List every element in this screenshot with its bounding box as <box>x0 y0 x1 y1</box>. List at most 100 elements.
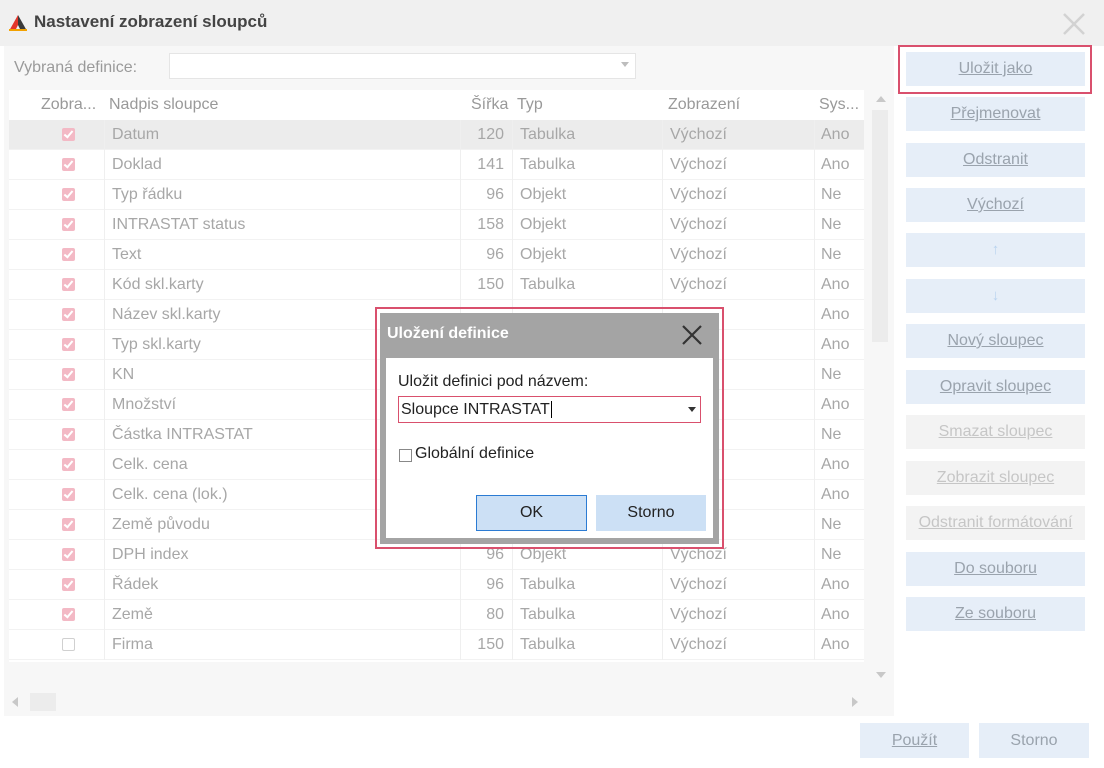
definition-name-input[interactable]: Sloupce INTRASTAT <box>398 396 701 423</box>
visible-checkbox[interactable] <box>62 428 75 441</box>
cell-type: Tabulka <box>513 120 663 150</box>
cell-visible[interactable] <box>9 450 105 480</box>
delete-column-button[interactable]: Smazat sloupec <box>906 415 1085 449</box>
table-row[interactable]: Text 96 Objekt Výchozí Ne <box>9 240 864 270</box>
default-button[interactable]: Výchozí <box>906 188 1085 222</box>
scroll-left-icon[interactable] <box>12 697 18 707</box>
table-row[interactable]: Řádek 96 Tabulka Výchozí Ano <box>9 570 864 600</box>
cell-width: 96 <box>461 570 513 600</box>
show-column-button[interactable]: Zobrazit sloupec <box>906 461 1085 495</box>
visible-checkbox[interactable] <box>62 278 75 291</box>
visible-checkbox[interactable] <box>62 488 75 501</box>
cell-visible[interactable] <box>9 150 105 180</box>
visible-checkbox[interactable] <box>62 638 75 651</box>
scroll-thumb[interactable] <box>872 110 888 342</box>
visible-checkbox[interactable] <box>62 548 75 561</box>
chevron-down-icon[interactable] <box>621 62 629 67</box>
visible-checkbox[interactable] <box>62 158 75 171</box>
edit-column-button[interactable]: Opravit sloupec <box>906 370 1085 404</box>
scroll-right-icon[interactable] <box>852 697 858 707</box>
ok-button[interactable]: OK <box>476 495 587 531</box>
cell-visible[interactable] <box>9 360 105 390</box>
clear-formatting-button[interactable]: Odstranit formátování <box>906 506 1085 540</box>
col-header-type[interactable]: Typ <box>517 90 617 120</box>
visible-checkbox[interactable] <box>62 128 75 141</box>
table-row[interactable]: Firma 150 Tabulka Výchozí Ano <box>9 630 864 660</box>
cell-visible[interactable] <box>9 300 105 330</box>
cell-visible[interactable] <box>9 540 105 570</box>
close-icon[interactable] <box>680 323 704 347</box>
scroll-thumb-horizontal[interactable] <box>30 693 56 711</box>
col-header-display[interactable]: Zobrazení <box>668 90 788 120</box>
scroll-up-icon[interactable] <box>876 96 886 102</box>
visible-checkbox[interactable] <box>62 308 75 321</box>
move-down-button[interactable]: ↓ <box>906 279 1085 313</box>
table-row[interactable]: INTRASTAT status 158 Objekt Výchozí Ne <box>9 210 864 240</box>
cell-display: Výchozí <box>663 150 815 180</box>
cell-visible[interactable] <box>9 330 105 360</box>
definition-select[interactable] <box>169 53 636 79</box>
cell-type: Tabulka <box>513 600 663 630</box>
table-row[interactable]: Kód skl.karty 150 Tabulka Výchozí Ano <box>9 270 864 300</box>
cell-visible[interactable] <box>9 420 105 450</box>
table-row[interactable]: Země 80 Tabulka Výchozí Ano <box>9 600 864 630</box>
scroll-down-icon[interactable] <box>876 672 886 678</box>
col-header-visible[interactable]: Zobra... <box>41 90 105 120</box>
horizontal-scrollbar[interactable] <box>4 690 870 714</box>
cell-caption: INTRASTAT status <box>105 210 461 240</box>
definition-label: Vybraná definice: <box>14 59 138 76</box>
cell-visible[interactable] <box>9 180 105 210</box>
apply-button[interactable]: Použít <box>860 723 969 758</box>
global-definition-label[interactable]: Globální definice <box>415 445 534 463</box>
dialog-cancel-button[interactable]: Storno <box>596 495 706 531</box>
from-file-button[interactable]: Ze souboru <box>906 597 1085 631</box>
visible-checkbox[interactable] <box>62 248 75 261</box>
col-header-system[interactable]: Sys... <box>819 90 864 120</box>
vertical-scrollbar[interactable] <box>870 90 890 690</box>
visible-checkbox[interactable] <box>62 578 75 591</box>
cell-system: Ano <box>821 336 850 353</box>
visible-checkbox[interactable] <box>62 608 75 621</box>
cell-visible[interactable] <box>9 270 105 300</box>
window-title: Nastavení zobrazení sloupců <box>34 12 268 31</box>
to-file-button[interactable]: Do souboru <box>906 552 1085 586</box>
cell-width: 96 <box>461 240 513 270</box>
new-column-button[interactable]: Nový sloupec <box>906 324 1085 358</box>
cell-visible[interactable] <box>9 570 105 600</box>
chevron-down-icon[interactable] <box>688 407 696 412</box>
table-row[interactable]: Doklad 141 Tabulka Výchozí Ano <box>9 150 864 180</box>
col-header-width[interactable]: Šířka <box>471 90 513 120</box>
cell-visible[interactable] <box>9 120 105 150</box>
cell-visible[interactable] <box>9 630 105 660</box>
cell-visible[interactable] <box>9 480 105 510</box>
visible-checkbox[interactable] <box>62 398 75 411</box>
visible-checkbox[interactable] <box>62 518 75 531</box>
close-icon[interactable] <box>1060 10 1088 38</box>
cell-visible[interactable] <box>9 510 105 540</box>
cell-type: Tabulka <box>513 270 663 300</box>
visible-checkbox[interactable] <box>62 338 75 351</box>
visible-checkbox[interactable] <box>62 188 75 201</box>
cell-caption: Datum <box>105 120 461 150</box>
global-definition-checkbox[interactable] <box>399 449 412 462</box>
visible-checkbox[interactable] <box>62 218 75 231</box>
move-up-button[interactable]: ↑ <box>906 233 1085 267</box>
cell-visible[interactable] <box>9 210 105 240</box>
cell-visible[interactable] <box>9 240 105 270</box>
table-row[interactable]: Datum 120 Tabulka Výchozí Ano <box>9 120 864 150</box>
visible-checkbox[interactable] <box>62 368 75 381</box>
cell-visible[interactable] <box>9 390 105 420</box>
delete-definition-button[interactable]: Odstranit <box>906 143 1085 177</box>
cell-width: 150 <box>461 270 513 300</box>
cancel-button[interactable]: Storno <box>979 723 1089 758</box>
cell-display: Výchozí <box>663 570 815 600</box>
definition-name-label: Uložit definici pod názvem: <box>398 373 589 390</box>
col-header-caption[interactable]: Nadpis sloupce <box>109 90 409 120</box>
visible-checkbox[interactable] <box>62 458 75 471</box>
cell-width: 80 <box>461 600 513 630</box>
cell-system: Ne <box>821 366 842 383</box>
cell-visible[interactable] <box>9 600 105 630</box>
table-row[interactable]: Typ řádku 96 Objekt Výchozí Ne <box>9 180 864 210</box>
dialog-title: Uložení definice <box>387 325 509 342</box>
rename-button[interactable]: Přejmenovat <box>906 97 1085 131</box>
